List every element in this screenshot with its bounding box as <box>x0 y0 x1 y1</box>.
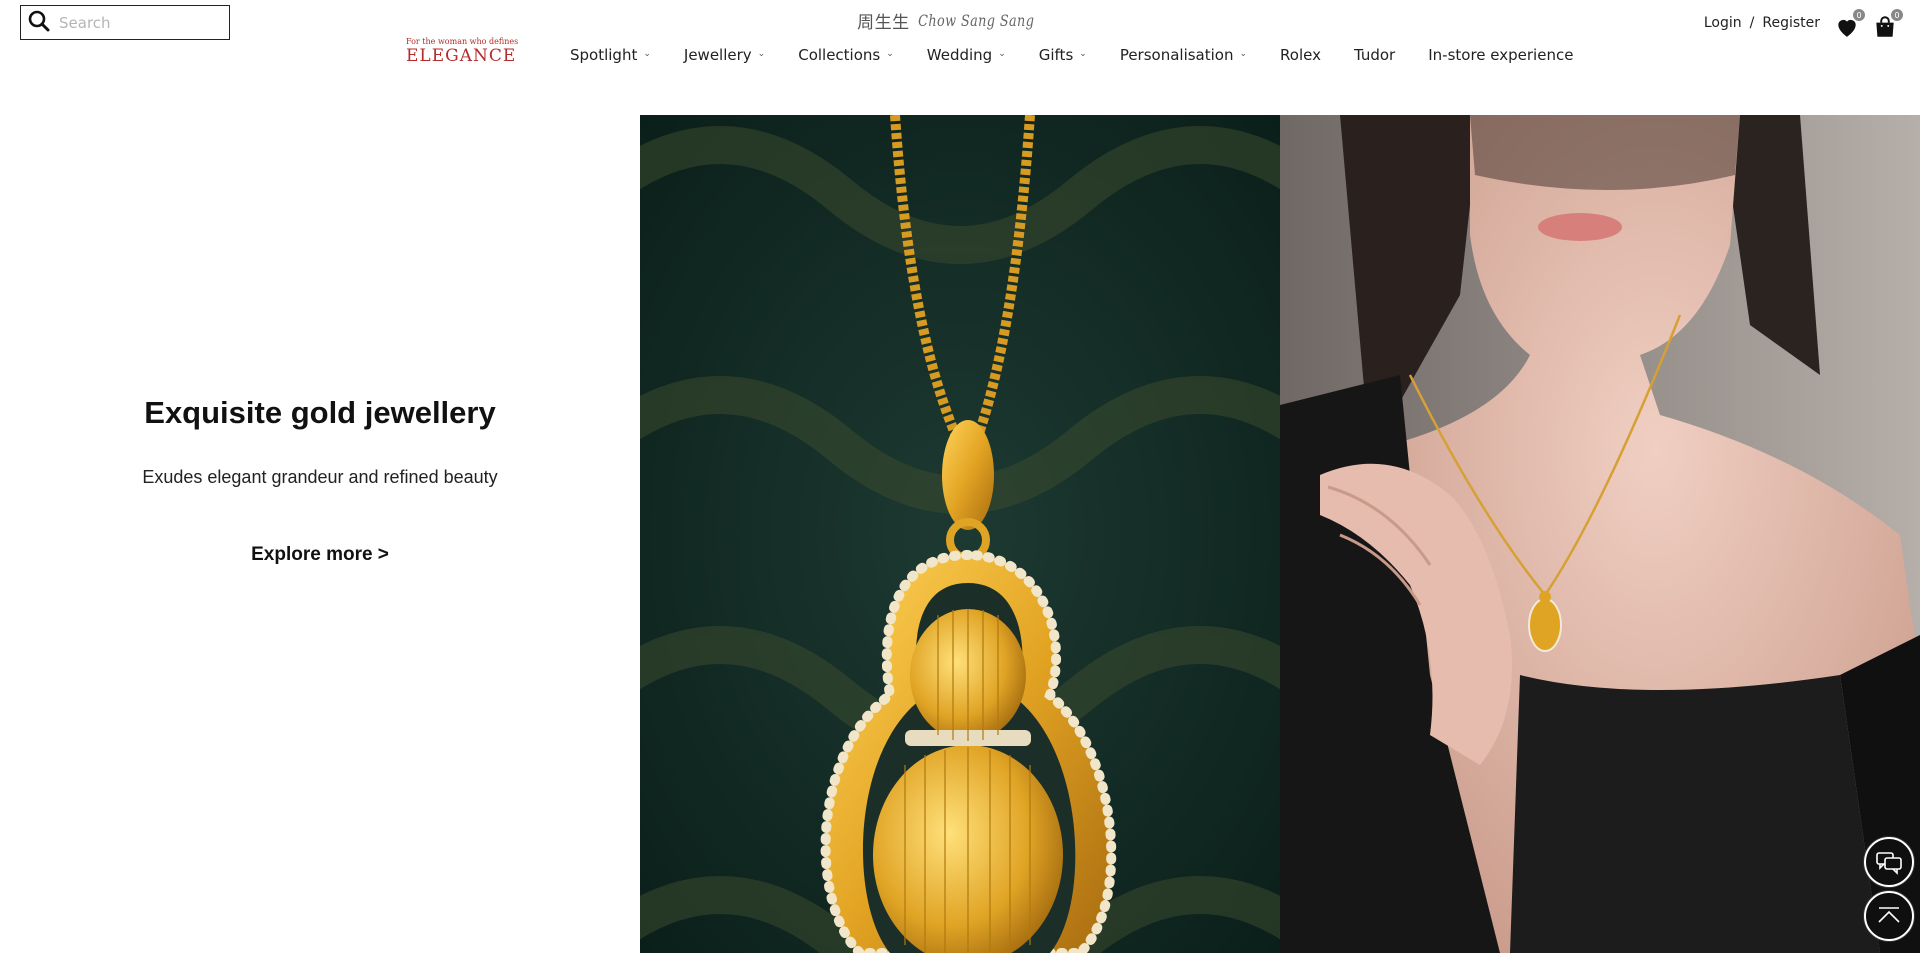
hero-text-panel: Exquisite gold jewellery Exudes elegant … <box>0 115 640 953</box>
nav-item-in-store-experience[interactable]: In-store experience <box>1428 46 1573 64</box>
nav-item-tudor[interactable]: Tudor <box>1354 46 1395 64</box>
nav-label: In-store experience <box>1428 46 1574 64</box>
search-box[interactable] <box>20 5 230 40</box>
register-link[interactable]: Register <box>1762 15 1820 31</box>
tagline-big: ELEGANCE <box>406 46 517 66</box>
nav-label: Tudor <box>1353 46 1396 64</box>
live-chat-button[interactable] <box>1864 837 1914 887</box>
brand-logo[interactable]: 周生生 Chow Sang Sang <box>857 8 1063 33</box>
nav-item-wedding[interactable]: Wedding ⌄ <box>927 46 1006 64</box>
search-icon[interactable] <box>27 9 51 37</box>
nav-item-collections[interactable]: Collections ⌄ <box>798 46 894 64</box>
wishlist-count-badge: 0 <box>1852 8 1866 22</box>
chevron-down-icon: ⌄ <box>643 49 651 59</box>
wishlist-button[interactable]: 0 <box>1834 8 1866 40</box>
page: 周生生 Chow Sang Sang For the woman who def… <box>0 0 1920 953</box>
account-links: Login / Register <box>1704 15 1820 31</box>
login-link[interactable]: Login <box>1704 15 1742 31</box>
brand-english-name: Chow Sang Sang <box>917 11 1034 30</box>
nav-label: Spotlight <box>570 46 638 64</box>
brand-chinese-name: 周生生 <box>857 13 910 33</box>
campaign-tagline[interactable]: For the woman who defines ELEGANCE <box>406 37 519 66</box>
cart-count-badge: 0 <box>1890 8 1904 22</box>
search-input[interactable] <box>59 13 219 32</box>
back-to-top-button[interactable] <box>1864 891 1914 941</box>
nav-label: Personalisation <box>1119 46 1234 64</box>
hero-title: Exquisite gold jewellery <box>144 395 496 430</box>
nav-label: Wedding <box>926 46 993 64</box>
chevron-down-icon: ⌄ <box>998 49 1006 59</box>
tagline-small: For the woman who defines <box>406 37 519 46</box>
cart-button[interactable]: 0 <box>1872 8 1904 40</box>
nav-item-gifts[interactable]: Gifts ⌄ <box>1039 46 1087 64</box>
chat-icon <box>1876 852 1902 875</box>
main-nav: Spotlight ⌄ Jewellery ⌄ Collections ⌄ Weddi… <box>570 44 1606 66</box>
nav-item-rolex[interactable]: Rolex <box>1280 46 1321 64</box>
hero-subtitle: Exudes elegant grandeur and refined beau… <box>142 467 498 487</box>
chevron-down-icon: ⌄ <box>1079 49 1087 59</box>
chevron-down-icon: ⌄ <box>757 49 766 59</box>
model-lifestyle-image[interactable] <box>1280 115 1920 953</box>
pendant-product-image[interactable] <box>640 115 1280 953</box>
account-separator: / <box>1749 15 1755 31</box>
nav-label: Rolex <box>1280 46 1321 64</box>
chevron-down-icon: ⌄ <box>886 49 894 59</box>
nav-item-spotlight[interactable]: Spotlight ⌄ <box>570 46 651 64</box>
nav-item-personalisation[interactable]: Personalisation ⌄ <box>1120 46 1247 64</box>
back-to-top-icon <box>1878 907 1900 923</box>
chevron-down-icon: ⌄ <box>1239 49 1248 59</box>
nav-label: Collections <box>798 46 881 64</box>
nav-label: Gifts <box>1038 46 1074 64</box>
nav-item-jewellery[interactable]: Jewellery ⌄ <box>684 46 765 64</box>
explore-more-link[interactable]: Explore more > <box>251 544 389 566</box>
nav-label: Jewellery <box>683 46 752 64</box>
